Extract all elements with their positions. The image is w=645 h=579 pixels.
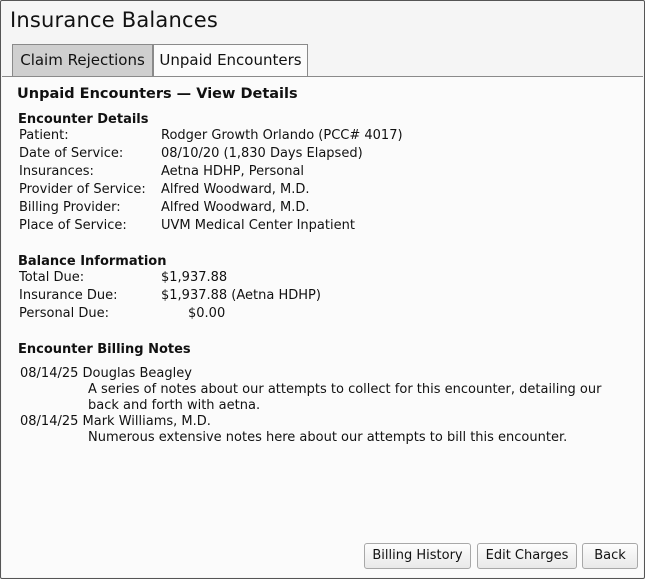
note-text: Numerous extensive notes here about our …: [88, 430, 568, 445]
unpaid-encounters-panel: Unpaid Encounters — View Details Encount…: [2, 77, 643, 577]
billing-provider-value: Alfred Woodward, M.D.: [161, 200, 310, 215]
billing-notes-heading: Encounter Billing Notes: [18, 342, 191, 357]
provider-of-service-label: Provider of Service:: [19, 182, 146, 197]
balance-information-heading: Balance Information: [18, 254, 167, 269]
patient-value: Rodger Growth Orlando (PCC# 4017): [161, 128, 403, 143]
personal-due-label: Personal Due:: [19, 306, 110, 321]
note-header: 08/14/25 Douglas Beagley: [20, 366, 192, 381]
patient-label: Patient:: [19, 128, 69, 143]
tab-unpaid-encounters[interactable]: Unpaid Encounters: [153, 44, 308, 77]
total-due-label: Total Due:: [19, 270, 85, 285]
billing-history-button[interactable]: Billing History: [364, 543, 471, 569]
personal-due-value: $0.00: [188, 306, 226, 321]
note-header: 08/14/25 Mark Williams, M.D.: [20, 414, 211, 429]
place-of-service-label: Place of Service:: [19, 218, 127, 233]
provider-of-service-value: Alfred Woodward, M.D.: [161, 182, 310, 197]
insurance-due-value: $1,937.88 (Aetna HDHP): [161, 288, 321, 303]
insurance-due-label: Insurance Due:: [19, 288, 118, 303]
back-button[interactable]: Back: [582, 543, 638, 569]
billing-provider-label: Billing Provider:: [19, 200, 121, 215]
note-text: A series of notes about our attempts to …: [88, 382, 602, 413]
edit-charges-button[interactable]: Edit Charges: [477, 543, 577, 569]
total-due-value: $1,937.88: [161, 270, 228, 285]
insurance-balances-window: Insurance Balances Claim Rejections Unpa…: [0, 0, 645, 579]
insurances-value: Aetna HDHP, Personal: [161, 164, 305, 179]
app-title: Insurance Balances: [10, 8, 219, 32]
date-of-service-value: 08/10/20 (1,830 Days Elapsed): [161, 146, 363, 161]
encounter-details-heading: Encounter Details: [18, 112, 149, 127]
panel-title: Unpaid Encounters — View Details: [17, 86, 298, 102]
place-of-service-value: UVM Medical Center Inpatient: [161, 218, 355, 233]
insurances-label: Insurances:: [19, 164, 94, 179]
tab-claim-rejections[interactable]: Claim Rejections: [12, 44, 153, 76]
date-of-service-label: Date of Service:: [19, 146, 124, 161]
